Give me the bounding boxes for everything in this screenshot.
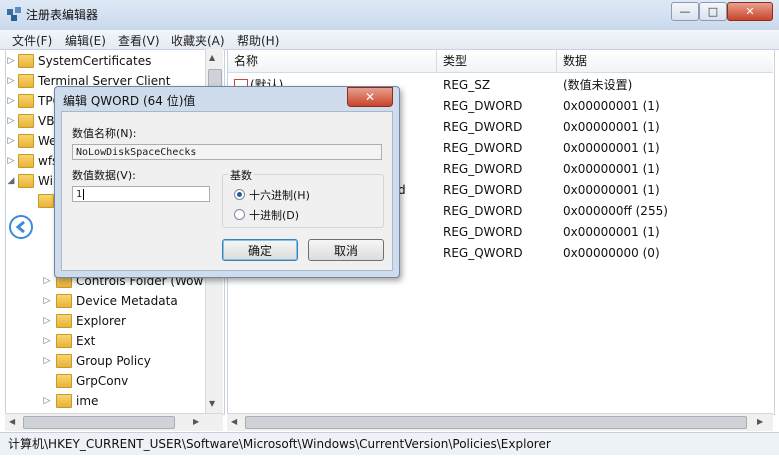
folder-icon <box>18 154 34 168</box>
expand-icon[interactable]: ▷ <box>6 131 16 151</box>
cancel-button[interactable]: 取消 <box>308 239 384 261</box>
expand-icon[interactable]: ▷ <box>6 151 16 171</box>
folder-icon <box>18 74 34 88</box>
maximize-button[interactable]: □ <box>699 2 727 21</box>
collapse-icon[interactable]: ◢ <box>6 171 16 191</box>
column-header-bar <box>228 50 773 73</box>
expand-icon[interactable]: ▷ <box>42 291 52 311</box>
radio-dec[interactable] <box>234 209 245 220</box>
edit-qword-dialog: 编辑 QWORD (64 位)值 ✕ 数值名称(N): NoLowDiskSpa… <box>54 86 400 278</box>
scroll-left-icon[interactable]: ◀ <box>9 417 15 426</box>
expand-icon[interactable]: ▷ <box>42 271 52 291</box>
menu-favorites[interactable]: 收藏夹(A) <box>171 32 225 49</box>
folder-icon <box>38 194 54 208</box>
status-bar: 计算机\HKEY_CURRENT_USER\Software\Microsoft… <box>0 432 779 455</box>
scroll-right-icon[interactable]: ▶ <box>193 417 199 426</box>
value-data-label: 数值数据(V): <box>72 169 136 182</box>
folder-icon <box>56 314 72 328</box>
tree-horizontal-scrollbar[interactable]: ◀ ▶ <box>5 413 223 431</box>
folder-icon <box>18 134 34 148</box>
folder-icon <box>18 54 34 68</box>
folder-icon <box>56 294 72 308</box>
value-name-label: 数值名称(N): <box>72 127 137 140</box>
expand-icon[interactable]: ▷ <box>42 311 52 331</box>
folder-icon <box>56 394 72 408</box>
folder-icon <box>18 114 34 128</box>
minimize-icon: — <box>679 5 691 18</box>
folder-icon <box>18 94 34 108</box>
scroll-thumb[interactable] <box>245 416 747 429</box>
scroll-thumb[interactable] <box>23 416 175 429</box>
list-horizontal-scrollbar[interactable]: ◀ ▶ <box>227 413 773 431</box>
radio-hex[interactable] <box>234 189 245 200</box>
value-name-field[interactable]: NoLowDiskSpaceChecks <box>72 144 382 160</box>
base-label: 基数 <box>228 167 254 183</box>
scroll-down-icon[interactable]: ▼ <box>209 399 215 408</box>
folder-icon <box>56 354 72 368</box>
column-divider[interactable] <box>556 50 557 72</box>
dialog-close-button[interactable]: ✕ <box>347 87 393 107</box>
menu-file[interactable]: 文件(F) <box>12 32 52 49</box>
menu-help[interactable]: 帮助(H) <box>237 32 279 49</box>
close-button[interactable]: ✕ <box>727 2 773 21</box>
scroll-right-icon[interactable]: ▶ <box>757 417 763 426</box>
close-icon: ✕ <box>745 5 755 18</box>
value-data-input[interactable]: 1 <box>72 186 210 202</box>
expand-icon[interactable]: ▷ <box>6 71 16 91</box>
expand-icon[interactable]: ▷ <box>6 51 16 71</box>
expand-icon[interactable]: ▷ <box>6 111 16 131</box>
menu-bar <box>0 30 779 50</box>
menu-edit[interactable]: 编辑(E) <box>65 32 106 49</box>
back-arrow-icon[interactable] <box>9 215 33 239</box>
registry-path: 计算机\HKEY_CURRENT_USER\Software\Microsoft… <box>8 437 551 451</box>
expand-icon[interactable]: ▷ <box>42 331 52 351</box>
dialog-title: 编辑 QWORD (64 位)值 <box>63 94 196 108</box>
expand-icon[interactable]: ▷ <box>6 91 16 111</box>
regedit-app-icon <box>7 7 21 21</box>
dialog-body: 数值名称(N): NoLowDiskSpaceChecks 数值数据(V): 1… <box>61 111 393 271</box>
minimize-button[interactable]: — <box>671 2 699 21</box>
folder-icon <box>56 334 72 348</box>
scroll-up-icon[interactable]: ▲ <box>209 53 215 62</box>
window-title: 注册表编辑器 <box>26 8 99 22</box>
radio-hex-label[interactable]: 十六进制(H) <box>249 187 310 203</box>
folder-icon <box>56 374 72 388</box>
column-divider[interactable] <box>436 50 437 72</box>
folder-icon <box>18 174 34 188</box>
ok-button[interactable]: 确定 <box>222 239 298 261</box>
menu-view[interactable]: 查看(V) <box>118 32 160 49</box>
scroll-left-icon[interactable]: ◀ <box>231 417 237 426</box>
close-icon: ✕ <box>364 90 376 104</box>
column-header-data[interactable]: 数据 <box>563 50 587 72</box>
expand-icon[interactable]: ▷ <box>42 391 52 411</box>
column-header-type[interactable]: 类型 <box>443 50 467 72</box>
text-cursor <box>83 189 85 200</box>
title-bar <box>0 0 779 30</box>
radio-dec-label[interactable]: 十进制(D) <box>249 207 299 223</box>
column-header-name[interactable]: 名称 <box>234 50 258 72</box>
maximize-icon: □ <box>707 5 719 18</box>
expand-icon[interactable]: ▷ <box>42 351 52 371</box>
